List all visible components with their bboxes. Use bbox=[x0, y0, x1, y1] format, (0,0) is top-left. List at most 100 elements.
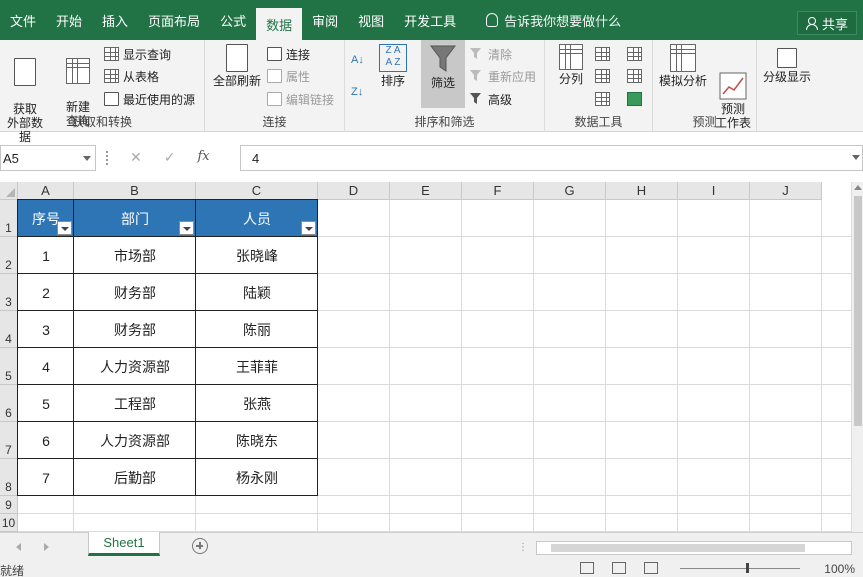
tab-data[interactable]: 数据 bbox=[256, 8, 302, 40]
filter-dropdown-icon[interactable] bbox=[179, 221, 194, 235]
tab-split-handle[interactable]: ⋮ bbox=[518, 542, 528, 553]
table-cell[interactable]: 7 bbox=[18, 459, 74, 496]
name-box[interactable]: A5 bbox=[0, 145, 96, 171]
column-header-h[interactable]: H bbox=[606, 182, 678, 200]
table-cell[interactable]: 5 bbox=[18, 385, 74, 422]
tab-view[interactable]: 视图 bbox=[348, 0, 394, 40]
table-cell[interactable]: 张晓峰 bbox=[196, 237, 318, 274]
sort-az-button[interactable]: A↓ bbox=[351, 50, 364, 70]
sort-za-button[interactable]: Z↓ bbox=[351, 82, 363, 102]
tab-home[interactable]: 开始 bbox=[46, 0, 92, 40]
table-cell[interactable]: 市场部 bbox=[74, 237, 196, 274]
horizontal-scroll-thumb[interactable] bbox=[551, 544, 805, 552]
table-cell[interactable]: 财务部 bbox=[74, 311, 196, 348]
cancel-icon[interactable]: ✕ bbox=[130, 149, 142, 166]
flash-fill-button[interactable] bbox=[595, 44, 614, 64]
page-layout-view-icon[interactable] bbox=[612, 562, 626, 574]
column-header-j[interactable]: J bbox=[750, 182, 822, 200]
chevron-down-icon[interactable] bbox=[83, 156, 91, 161]
formula-bar-grip[interactable] bbox=[106, 151, 108, 165]
table-cell[interactable]: 人力资源部 bbox=[74, 422, 196, 459]
vertical-scroll-thumb[interactable] bbox=[854, 196, 862, 426]
tab-insert[interactable]: 插入 bbox=[92, 0, 138, 40]
row-header-5[interactable]: 5 bbox=[0, 348, 18, 385]
reapply-button[interactable]: 重新应用 bbox=[469, 66, 536, 86]
vertical-scrollbar[interactable] bbox=[851, 182, 863, 532]
column-header-g[interactable]: G bbox=[534, 182, 606, 200]
tab-file[interactable]: 文件 bbox=[0, 0, 46, 40]
table-cell[interactable]: 张燕 bbox=[196, 385, 318, 422]
consolidate-button[interactable] bbox=[627, 44, 646, 64]
recent-sources-button[interactable]: 最近使用的源 bbox=[104, 89, 195, 109]
row-header-8[interactable]: 8 bbox=[0, 459, 18, 496]
zoom-level[interactable]: 100% bbox=[824, 562, 855, 576]
column-header-i[interactable]: I bbox=[678, 182, 750, 200]
from-table-button[interactable]: 从表格 bbox=[104, 66, 159, 86]
filter-dropdown-icon[interactable] bbox=[57, 221, 72, 235]
row-header-10[interactable]: 10 bbox=[0, 514, 18, 532]
table-cell[interactable]: 杨永刚 bbox=[196, 459, 318, 496]
relationships-button[interactable] bbox=[627, 66, 646, 86]
zoom-slider-knob[interactable] bbox=[746, 563, 749, 573]
zoom-slider[interactable] bbox=[680, 568, 800, 569]
scroll-up-icon[interactable] bbox=[854, 185, 862, 190]
filter-dropdown-icon[interactable] bbox=[301, 221, 316, 235]
enter-icon[interactable]: ✓ bbox=[164, 149, 176, 166]
filter-button[interactable]: 筛选 bbox=[421, 40, 465, 108]
next-sheet-icon[interactable] bbox=[44, 543, 49, 551]
row-header-6[interactable]: 6 bbox=[0, 385, 18, 422]
table-cell[interactable]: 人力资源部 bbox=[74, 348, 196, 385]
advanced-filter-button[interactable]: 高级 bbox=[469, 89, 512, 109]
column-header-e[interactable]: E bbox=[390, 182, 462, 200]
show-queries-button[interactable]: 显示查询 bbox=[104, 44, 171, 64]
table-cell[interactable]: 2 bbox=[18, 274, 74, 311]
tab-developer[interactable]: 开发工具 bbox=[394, 0, 466, 40]
prev-sheet-icon[interactable] bbox=[16, 543, 21, 551]
row-header-4[interactable]: 4 bbox=[0, 311, 18, 348]
tell-me-box[interactable]: 告诉我你想要做什么 bbox=[486, 0, 621, 40]
text-to-columns-button[interactable]: 分列 bbox=[551, 44, 591, 86]
data-validation-button[interactable] bbox=[595, 89, 614, 109]
row-header-9[interactable]: 9 bbox=[0, 496, 18, 514]
column-header-f[interactable]: F bbox=[462, 182, 534, 200]
table-cell[interactable]: 4 bbox=[18, 348, 74, 385]
row-header-1[interactable]: 1 bbox=[0, 200, 18, 237]
add-sheet-icon[interactable] bbox=[192, 538, 208, 554]
table-header-cell[interactable]: 人员 bbox=[196, 200, 318, 237]
column-header-c[interactable]: C bbox=[196, 182, 318, 200]
column-header-b[interactable]: B bbox=[74, 182, 196, 200]
clear-filter-button[interactable]: 清除 bbox=[469, 44, 512, 64]
expand-formula-icon[interactable] bbox=[852, 155, 860, 160]
data-model-button[interactable] bbox=[627, 89, 646, 109]
normal-view-icon[interactable] bbox=[580, 562, 594, 574]
table-cell[interactable]: 陆颖 bbox=[196, 274, 318, 311]
table-cell[interactable]: 工程部 bbox=[74, 385, 196, 422]
sheet-tab-sheet1[interactable]: Sheet1 bbox=[88, 532, 160, 556]
table-header-cell[interactable]: 部门 bbox=[74, 200, 196, 237]
share-button[interactable]: 共享 bbox=[797, 11, 857, 35]
worksheet-grid[interactable]: ABCDEFGHIJ 12345678910 序号部门人员1市场部张晓峰2财务部… bbox=[0, 182, 863, 532]
table-cell[interactable]: 陈晓东 bbox=[196, 422, 318, 459]
formula-input[interactable]: 4 bbox=[240, 145, 863, 171]
properties-button[interactable]: 属性 bbox=[267, 66, 310, 86]
what-if-analysis-button[interactable]: 模拟分析 bbox=[655, 44, 711, 88]
tab-page-layout[interactable]: 页面布局 bbox=[138, 0, 210, 40]
column-header-a[interactable]: A bbox=[18, 182, 74, 200]
row-header-3[interactable]: 3 bbox=[0, 274, 18, 311]
sort-button[interactable]: Z AA Z 排序 bbox=[375, 44, 411, 88]
table-cell[interactable]: 后勤部 bbox=[74, 459, 196, 496]
tab-formulas[interactable]: 公式 bbox=[210, 0, 256, 40]
table-cell[interactable]: 财务部 bbox=[74, 274, 196, 311]
remove-duplicates-button[interactable] bbox=[595, 66, 614, 86]
select-all-button[interactable] bbox=[0, 182, 18, 200]
column-header-d[interactable]: D bbox=[318, 182, 390, 200]
table-header-cell[interactable]: 序号 bbox=[18, 200, 74, 237]
table-cell[interactable]: 6 bbox=[18, 422, 74, 459]
row-header-7[interactable]: 7 bbox=[0, 422, 18, 459]
table-cell[interactable]: 陈丽 bbox=[196, 311, 318, 348]
insert-function-icon[interactable]: fx bbox=[197, 149, 209, 166]
refresh-all-button[interactable]: 全部刷新 bbox=[209, 44, 265, 88]
row-header-2[interactable]: 2 bbox=[0, 237, 18, 274]
table-cell[interactable]: 1 bbox=[18, 237, 74, 274]
edit-links-button[interactable]: 编辑链接 bbox=[267, 89, 334, 109]
